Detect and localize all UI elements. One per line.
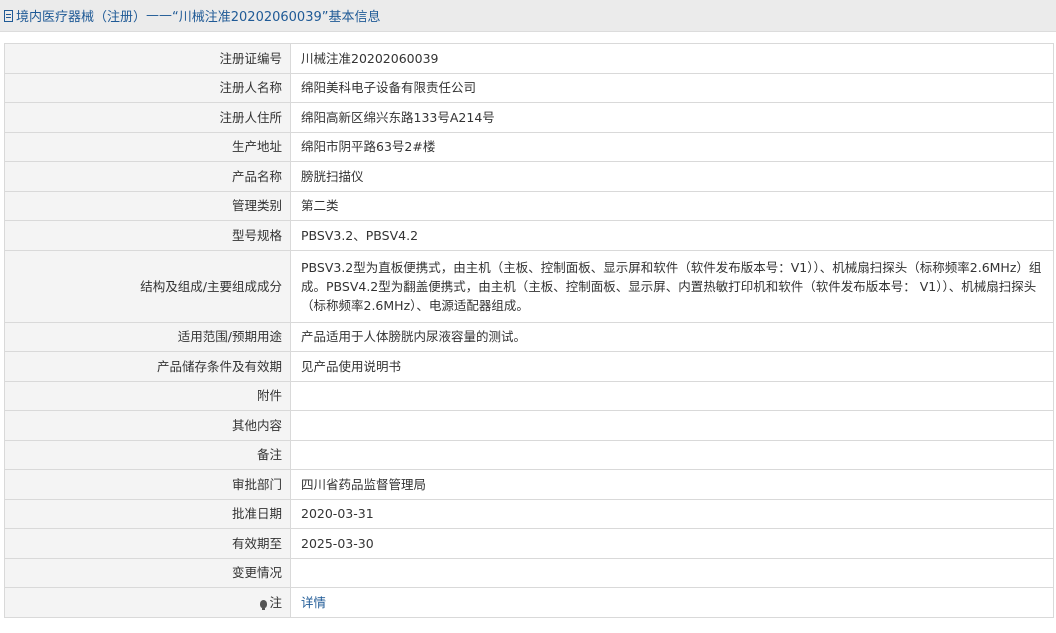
note-label: 注	[269, 594, 282, 610]
field-value: 2020-03-31	[290, 498, 1054, 529]
field-value: 见产品使用说明书	[290, 351, 1054, 382]
table-row: 审批部门 四川省药品监督管理局	[4, 469, 1054, 500]
field-label: 结构及组成/主要组成成分	[4, 249, 291, 323]
table-row: 附件	[4, 380, 1054, 411]
table-row: 注册证编号 川械注准20202060039	[4, 43, 1054, 74]
field-value: 2025-03-30	[290, 528, 1054, 559]
page-header: 境内医疗器械（注册） —— “川械注准20202060039”基本信息	[0, 0, 1056, 32]
table-row: 管理类别 第二类	[4, 190, 1054, 221]
table-row: 其他内容	[4, 410, 1054, 441]
table-row: 注册人名称 绵阳美科电子设备有限责任公司	[4, 72, 1054, 103]
note-row: 注 详情	[4, 587, 1054, 618]
field-label: 备注	[4, 439, 291, 470]
field-label: 注册证编号	[4, 43, 291, 74]
field-value	[290, 439, 1054, 470]
field-label: 注册人住所	[4, 102, 291, 133]
field-value: 膀胱扫描仪	[290, 161, 1054, 192]
field-value	[290, 410, 1054, 441]
field-value: 绵阳高新区绵兴东路133号A214号	[290, 102, 1054, 133]
field-value: 绵阳市阴平路63号2#楼	[290, 131, 1054, 162]
table-row: 注册人住所 绵阳高新区绵兴东路133号A214号	[4, 102, 1054, 133]
field-label: 适用范围/预期用途	[4, 321, 291, 352]
note-value-cell: 详情	[290, 587, 1054, 618]
field-value: 绵阳美科电子设备有限责任公司	[290, 72, 1054, 103]
field-value: PBSV3.2、PBSV4.2	[290, 220, 1054, 251]
table-row: 结构及组成/主要组成成分 PBSV3.2型为直板便携式，由主机（主板、控制面板、…	[4, 249, 1054, 323]
info-table: 注册证编号 川械注准20202060039 注册人名称 绵阳美科电子设备有限责任…	[4, 43, 1054, 618]
field-value: 产品适用于人体膀胱内尿液容量的测试。	[290, 321, 1054, 352]
field-label: 变更情况	[4, 557, 291, 588]
table-row: 产品储存条件及有效期 见产品使用说明书	[4, 351, 1054, 382]
field-label: 批准日期	[4, 498, 291, 529]
field-label: 有效期至	[4, 528, 291, 559]
details-link[interactable]: 详情	[301, 595, 326, 610]
field-label: 审批部门	[4, 469, 291, 500]
field-value: 四川省药品监督管理局	[290, 469, 1054, 500]
header-separator: ——	[146, 8, 173, 23]
note-label-cell: 注	[4, 587, 291, 618]
table-row: 有效期至 2025-03-30	[4, 528, 1054, 559]
table-row: 型号规格 PBSV3.2、PBSV4.2	[4, 220, 1054, 251]
field-label: 生产地址	[4, 131, 291, 162]
table-row: 适用范围/预期用途 产品适用于人体膀胱内尿液容量的测试。	[4, 321, 1054, 352]
field-label: 产品储存条件及有效期	[4, 351, 291, 382]
field-value: PBSV3.2型为直板便携式，由主机（主板、控制面板、显示屏和软件（软件发布版本…	[290, 249, 1054, 323]
field-label: 产品名称	[4, 161, 291, 192]
table-row: 变更情况	[4, 557, 1054, 588]
field-value: 川械注准20202060039	[290, 43, 1054, 74]
field-label: 型号规格	[4, 220, 291, 251]
field-value	[290, 557, 1054, 588]
field-label: 管理类别	[4, 190, 291, 221]
field-value: 第二类	[290, 190, 1054, 221]
field-label: 附件	[4, 380, 291, 411]
header-record-title: “川械注准20202060039”基本信息	[172, 10, 381, 25]
table-row: 备注	[4, 439, 1054, 470]
table-row: 生产地址 绵阳市阴平路63号2#楼	[4, 131, 1054, 162]
table-row: 产品名称 膀胱扫描仪	[4, 161, 1054, 192]
lightbulb-icon	[260, 599, 268, 610]
field-label: 其他内容	[4, 410, 291, 441]
table-row: 批准日期 2020-03-31	[4, 498, 1054, 529]
field-label: 注册人名称	[4, 72, 291, 103]
document-icon	[4, 9, 13, 22]
field-value	[290, 380, 1054, 411]
header-title: 境内医疗器械（注册）	[16, 10, 147, 25]
